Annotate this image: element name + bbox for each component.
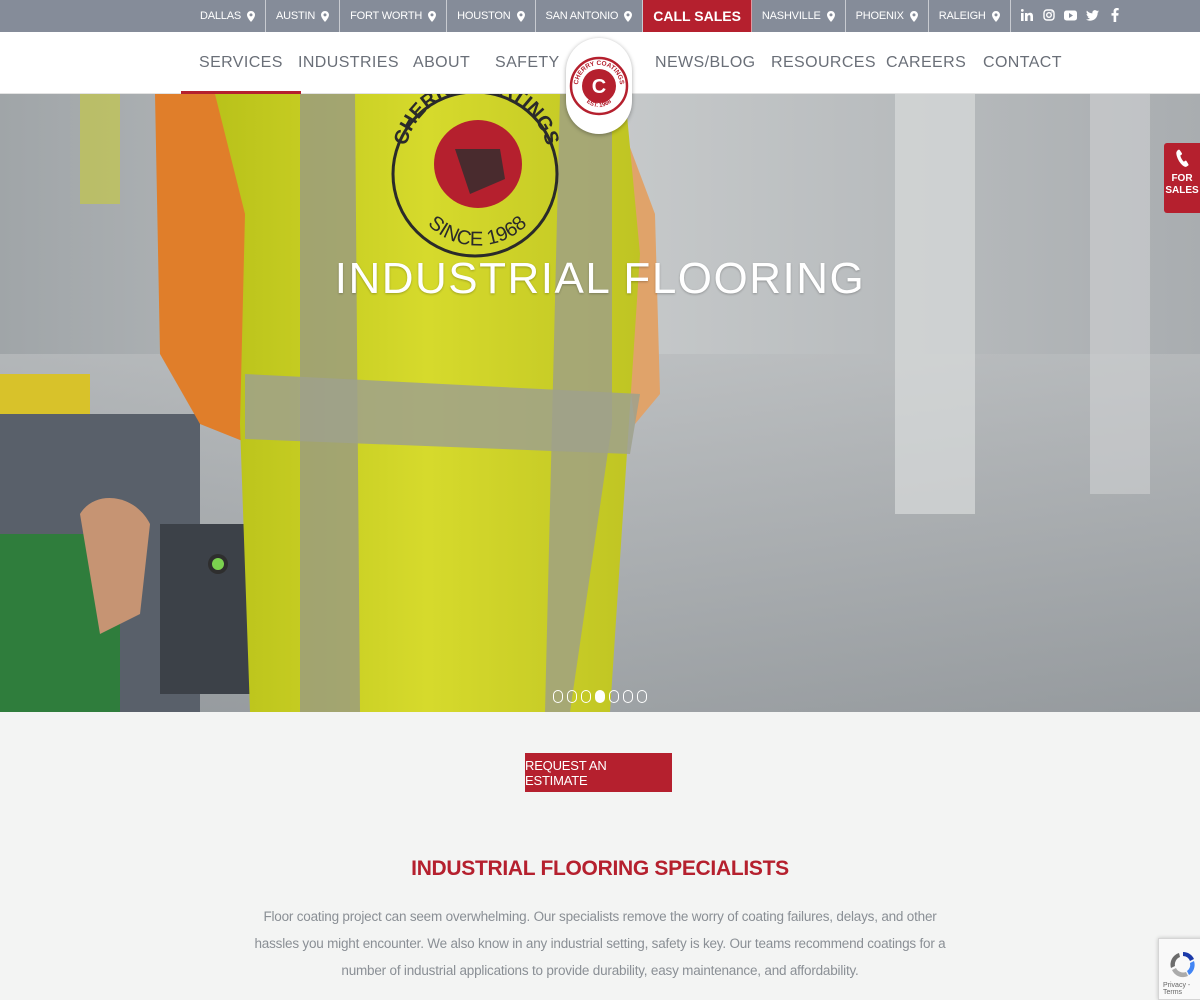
location-raleigh[interactable]: RALEIGH bbox=[929, 0, 1011, 32]
location-label: AUSTIN bbox=[276, 10, 316, 22]
location-nashville[interactable]: NASHVILLE bbox=[752, 0, 846, 32]
location-dallas[interactable]: DALLAS bbox=[190, 0, 266, 32]
social-links bbox=[1019, 0, 1123, 32]
nav-item-services[interactable]: SERVICES bbox=[181, 32, 301, 94]
location-label: PHOENIX bbox=[855, 10, 904, 22]
hero-title: INDUSTRIAL FLOORING bbox=[334, 254, 866, 303]
for-sales-line2: SALES bbox=[1165, 185, 1199, 196]
hero-photo: CHERRY COATINGS SINCE 1968 bbox=[0, 94, 1200, 712]
map-pin-icon bbox=[516, 11, 525, 22]
section-title: INDUSTRIAL FLOORING SPECIALISTS bbox=[411, 857, 789, 880]
location-san-antonio[interactable]: SAN ANTONIO bbox=[536, 0, 644, 32]
slider-dot[interactable] bbox=[609, 690, 619, 703]
recaptcha-label: Privacy - Terms bbox=[1163, 982, 1191, 996]
location-fort-worth[interactable]: FORT WORTH bbox=[340, 0, 448, 32]
hero-slider: CHERRY COATINGS SINCE 1968 INDUSTRIAL FL… bbox=[0, 94, 1200, 712]
slider-dot[interactable] bbox=[595, 690, 605, 703]
nav-item-industries[interactable]: INDUSTRIES bbox=[298, 32, 399, 94]
location-label: NASHVILLE bbox=[761, 10, 821, 22]
slider-dot[interactable] bbox=[553, 690, 563, 703]
nav-item-contact[interactable]: CONTACT bbox=[983, 32, 1062, 94]
map-pin-icon bbox=[991, 11, 1000, 22]
call-sales-button[interactable]: CALL SALES bbox=[643, 0, 752, 32]
slider-dot[interactable] bbox=[581, 690, 591, 703]
brand-logo[interactable]: CHERRY COATINGS EST. 1968 C bbox=[566, 38, 632, 134]
map-pin-icon bbox=[909, 11, 918, 22]
facebook-icon[interactable] bbox=[1107, 7, 1123, 25]
linkedin-icon[interactable] bbox=[1019, 8, 1035, 24]
map-pin-icon bbox=[321, 11, 330, 22]
nav-item-careers[interactable]: CAREERS bbox=[886, 32, 966, 94]
nav-item-safety[interactable]: SAFETY bbox=[495, 32, 560, 94]
location-label: RALEIGH bbox=[938, 10, 986, 22]
location-list: DALLAS AUSTIN FORT WORTH HOUSTON SAN ANT… bbox=[190, 0, 1123, 32]
logo-seal-icon: CHERRY COATINGS EST. 1968 C bbox=[569, 56, 629, 116]
location-label: FORT WORTH bbox=[350, 10, 423, 22]
recaptcha-icon bbox=[1170, 951, 1195, 978]
location-label: SAN ANTONIO bbox=[545, 10, 619, 22]
logo-letter: C bbox=[592, 76, 606, 98]
twitter-icon[interactable] bbox=[1085, 9, 1101, 24]
youtube-icon[interactable] bbox=[1063, 9, 1079, 24]
map-pin-icon bbox=[428, 11, 437, 22]
map-pin-icon bbox=[624, 11, 633, 22]
location-houston[interactable]: HOUSTON bbox=[447, 0, 536, 32]
location-phoenix[interactable]: PHOENIX bbox=[846, 0, 929, 32]
location-austin[interactable]: AUSTIN bbox=[266, 0, 341, 32]
for-sales-line1: FOR bbox=[1171, 173, 1193, 184]
map-pin-icon bbox=[247, 11, 255, 22]
instagram-icon[interactable] bbox=[1041, 8, 1057, 24]
request-estimate-button[interactable]: REQUEST AN ESTIMATE bbox=[525, 753, 672, 792]
phone-icon bbox=[1176, 149, 1189, 167]
section-body: Floor coating project can seem overwhelm… bbox=[254, 909, 946, 978]
location-bar: DALLAS AUSTIN FORT WORTH HOUSTON SAN ANT… bbox=[0, 0, 1200, 32]
map-pin-icon bbox=[826, 11, 835, 22]
location-label: DALLAS bbox=[200, 10, 241, 22]
location-label: HOUSTON bbox=[457, 10, 511, 22]
nav-item-resources[interactable]: RESOURCES bbox=[771, 32, 876, 94]
slider-dot[interactable] bbox=[567, 690, 577, 703]
slider-dots bbox=[553, 690, 647, 703]
for-sales-tab[interactable]: FOR SALES bbox=[1164, 143, 1200, 213]
nav-item-news-blog[interactable]: NEWS/BLOG bbox=[655, 32, 756, 94]
nav-item-about[interactable]: ABOUT bbox=[413, 32, 470, 94]
logo-badge: CHERRY COATINGS EST. 1968 C bbox=[566, 38, 632, 134]
recaptcha-badge[interactable]: Privacy - Terms bbox=[1158, 938, 1200, 1000]
slider-dot[interactable] bbox=[637, 690, 647, 703]
slider-dot[interactable] bbox=[623, 690, 633, 703]
